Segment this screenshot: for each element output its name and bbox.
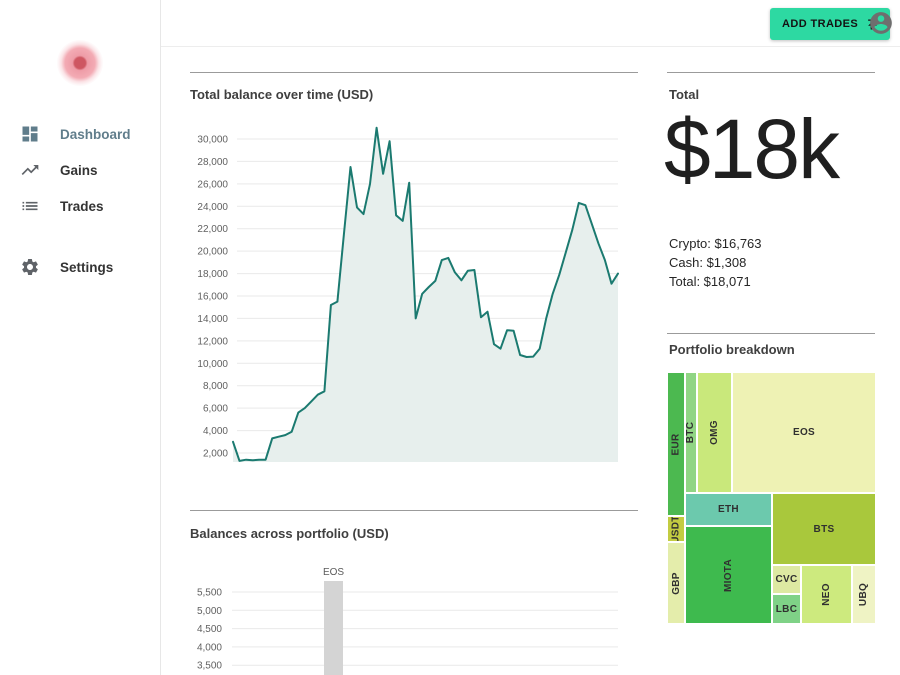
treemap-cell-eur[interactable]: EUR — [668, 373, 684, 515]
avatar[interactable] — [868, 10, 894, 36]
sidebar-item-trades[interactable]: Trades — [0, 188, 160, 224]
treemap-cell-label: CVC — [775, 574, 798, 585]
treemap-cell-eos[interactable]: EOS — [733, 373, 875, 492]
sidebar: Dashboard Gains Trades Settings — [0, 0, 161, 675]
y-tick-label: 4,000 — [203, 426, 228, 437]
sidebar-item-label: Trades — [60, 198, 104, 214]
treemap-cell-label: LBC — [775, 603, 798, 615]
y-tick-label: 3,500 — [197, 661, 222, 672]
trending-up-icon — [21, 165, 39, 175]
treemap-cell-lbc[interactable]: LBC — [773, 595, 800, 623]
add-trades-label: ADD TRADES — [782, 18, 859, 30]
y-tick-label: 10,000 — [197, 359, 228, 370]
y-tick-label: 14,000 — [197, 314, 228, 325]
sidebar-item-gains[interactable]: Gains — [0, 152, 160, 188]
section-divider — [667, 333, 875, 334]
treemap-cell-usdt[interactable]: USDT — [668, 517, 684, 541]
y-tick-label: 30,000 — [197, 135, 228, 146]
section-divider — [667, 72, 875, 73]
sidebar-item-label: Gains — [60, 162, 98, 178]
balance-chart-title: Total balance over time (USD) — [190, 87, 374, 102]
y-tick-label: 16,000 — [197, 292, 228, 303]
sidebar-item-label: Settings — [60, 259, 114, 275]
portfolio-breakdown-title: Portfolio breakdown — [669, 342, 795, 357]
y-tick-label: 22,000 — [197, 224, 228, 235]
treemap-cell-eth[interactable]: ETH — [686, 494, 771, 525]
balances-bar-chart[interactable]: 5,500 5,000 4,500 4,000 3,500 EOS — [190, 560, 630, 675]
sidebar-item-settings[interactable]: Settings — [0, 249, 160, 285]
y-tick-label: 4,500 — [197, 624, 222, 635]
treemap-cell-omg[interactable]: OMG — [698, 373, 731, 492]
y-tick-label: 26,000 — [197, 179, 228, 190]
bar-category-label: EOS — [323, 567, 344, 578]
cash-total: Cash: $1,308 — [669, 255, 747, 270]
treemap-cell-btc[interactable]: BTC — [686, 373, 696, 492]
treemap-cell-bts[interactable]: BTS — [773, 494, 875, 564]
list-icon — [22, 201, 38, 211]
treemap-cell-label: UBQ — [858, 582, 870, 607]
treemap-cell-label: EUR — [670, 432, 682, 456]
y-tick-label: 5,500 — [197, 588, 222, 599]
section-divider — [190, 510, 638, 511]
y-tick-label: 12,000 — [197, 336, 228, 347]
sidebar-item-label: Dashboard — [60, 126, 131, 142]
total-big-value: $18k — [664, 102, 840, 196]
crypto-total: Crypto: $16,763 — [669, 236, 762, 251]
y-tick-label: 8,000 — [203, 381, 228, 392]
balances-bar-chart-title: Balances across portfolio (USD) — [190, 526, 389, 541]
bar-eos — [324, 581, 343, 675]
y-tick-label: 18,000 — [197, 269, 228, 280]
treemap-cell-gbp[interactable]: GBP — [668, 543, 684, 623]
treemap-cell-label: EOS — [792, 427, 816, 438]
treemap-cell-label: BTS — [813, 523, 835, 535]
treemap-cell-label: ETH — [718, 504, 739, 515]
total-balance-area-chart[interactable]: 30,000 28,000 26,000 24,000 22,000 20,000 18,0… — [190, 120, 630, 470]
treemap-cell-label: USDT — [670, 517, 682, 541]
treemap-cell-label: MIOTA — [722, 558, 734, 592]
grand-total: Total: $18,071 — [669, 274, 751, 289]
gear-icon — [22, 259, 38, 275]
area-fill — [233, 127, 618, 463]
total-card-title: Total — [669, 87, 700, 102]
treemap-cell-label: GBP — [670, 571, 682, 595]
treemap-cell-label: BTC — [686, 421, 696, 444]
treemap-cell-label: NEO — [820, 583, 832, 606]
treemap-cell-label: OMG — [708, 420, 720, 445]
y-tick-label: 24,000 — [197, 202, 228, 213]
y-tick-label: 5,000 — [197, 606, 222, 617]
y-tick-label: 4,000 — [197, 642, 222, 653]
account-circle-icon — [870, 12, 892, 34]
portfolio-treemap: EUR USDT GBP BTC OMG EOS ETH MIOTA BTS CVC LBC NEO U… — [668, 373, 875, 623]
y-tick-label: 20,000 — [197, 247, 228, 258]
treemap-cell-miota[interactable]: MIOTA — [686, 527, 771, 623]
treemap-cell-cvc[interactable]: CVC — [773, 566, 800, 593]
sidebar-item-dashboard[interactable]: Dashboard — [0, 116, 160, 152]
treemap-cell-ubq[interactable]: UBQ — [853, 566, 875, 623]
y-tick-label: 28,000 — [197, 157, 228, 168]
y-tick-label: 6,000 — [203, 404, 228, 415]
topbar-divider — [160, 46, 900, 47]
y-tick-label: 2,000 — [203, 449, 228, 460]
app-logo — [57, 40, 103, 86]
treemap-cell-neo[interactable]: NEO — [802, 566, 851, 623]
section-divider — [190, 72, 638, 73]
dashboard-icon — [22, 126, 38, 142]
